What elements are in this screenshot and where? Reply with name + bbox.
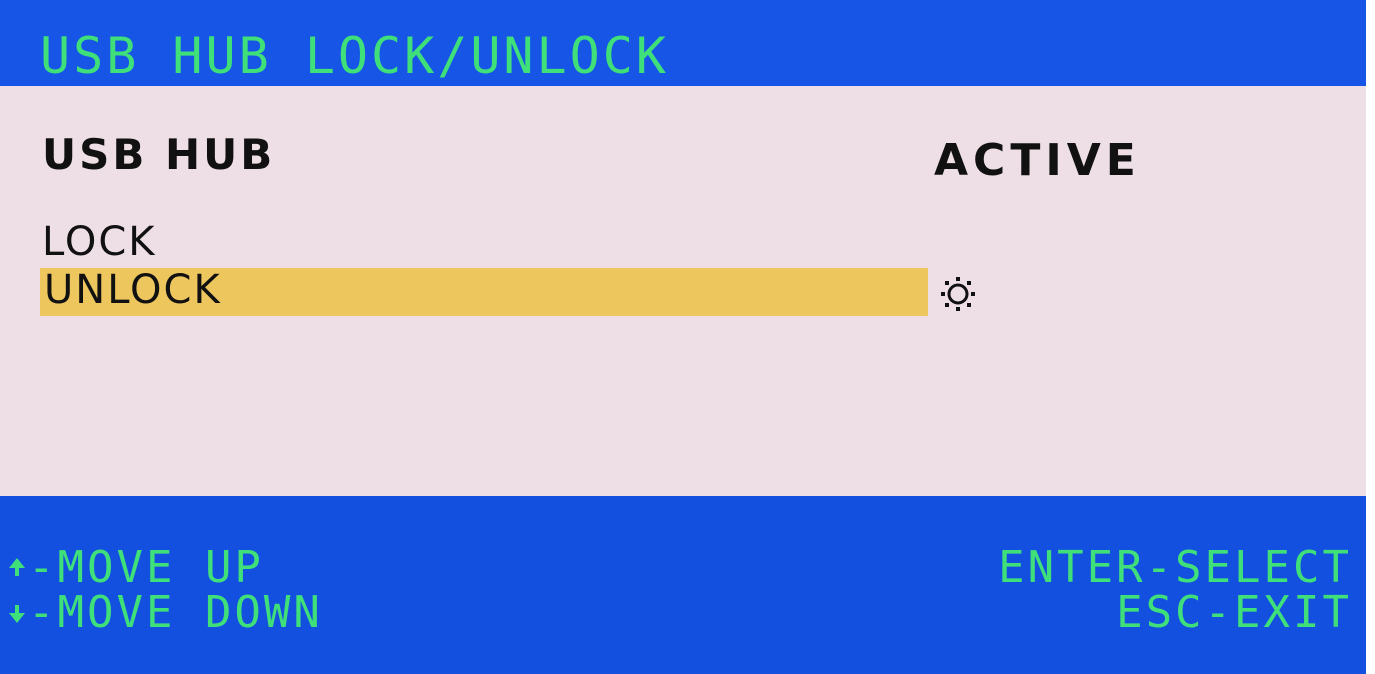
enter-select-hint: ENTER-SELECT [998, 542, 1352, 593]
option-lock[interactable]: LOCK [42, 218, 157, 266]
move-up-hint: -MOVE UP [6, 545, 264, 591]
usb-hub-status: ACTIVE [934, 135, 1141, 186]
arrow-down-icon [9, 605, 25, 623]
osd-screen: USB HUB LOCK/UNLOCK USB HUB ACTIVE LOCK … [0, 0, 1366, 674]
page-title: USB HUB LOCK/UNLOCK [40, 27, 669, 85]
move-up-label: -MOVE UP [28, 542, 264, 593]
arrow-up-icon [9, 558, 25, 576]
usb-hub-label: USB HUB [42, 130, 276, 179]
screen-edge [1366, 0, 1375, 674]
title-bar: USB HUB LOCK/UNLOCK [0, 0, 1366, 86]
option-unlock[interactable]: UNLOCK [44, 266, 222, 314]
esc-exit-hint: ESC-EXIT [1116, 587, 1352, 638]
move-down-hint: -MOVE DOWN [6, 590, 323, 636]
sun-icon [941, 277, 975, 311]
move-down-label: -MOVE DOWN [28, 587, 323, 638]
